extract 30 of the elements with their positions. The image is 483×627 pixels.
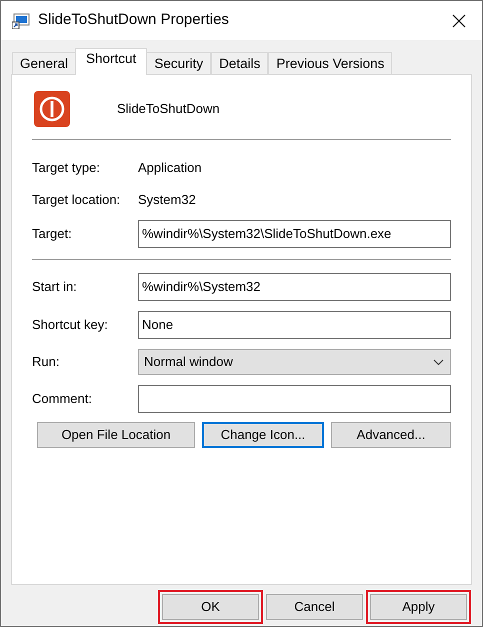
field-label: Comment: xyxy=(32,390,93,408)
text-field[interactable]: %windir%\System32 xyxy=(138,273,451,301)
field-label: Start in: xyxy=(32,278,78,296)
property-value: System32 xyxy=(138,191,196,210)
property-label: Target type: xyxy=(32,159,101,178)
text-field[interactable] xyxy=(138,385,451,413)
property-label: Target location: xyxy=(32,191,122,210)
shortcut-name: SlideToShutDown xyxy=(117,100,220,118)
action-button[interactable]: Advanced... xyxy=(331,422,451,448)
chevron-down-icon xyxy=(433,358,444,366)
window-title: SlideToShutDown Properties xyxy=(38,10,229,30)
property-value: Application xyxy=(138,159,202,178)
dialog-button[interactable]: Apply xyxy=(366,590,471,624)
action-button[interactable]: Open File Location xyxy=(37,422,195,448)
field-label: Target: xyxy=(32,225,73,244)
shortcut-icon xyxy=(12,12,30,28)
target-field[interactable]: %windir%\System32\SlideToShutDown.exe xyxy=(138,220,451,248)
tab[interactable]: Previous Versions xyxy=(268,52,392,75)
tab[interactable]: Shortcut xyxy=(75,48,148,75)
field-label: Shortcut key: xyxy=(32,316,109,334)
dialog-button[interactable]: OK xyxy=(158,590,263,624)
tab[interactable]: Details xyxy=(211,52,268,75)
power-icon xyxy=(33,90,71,128)
close-icon xyxy=(452,14,466,28)
field-label: Run: xyxy=(32,353,60,372)
text-field[interactable]: None xyxy=(138,311,451,339)
action-button[interactable]: Change Icon... xyxy=(202,422,324,448)
run-dropdown[interactable]: Normal window xyxy=(138,349,451,375)
tab[interactable]: Security xyxy=(146,52,212,75)
tab[interactable]: General xyxy=(12,52,76,75)
